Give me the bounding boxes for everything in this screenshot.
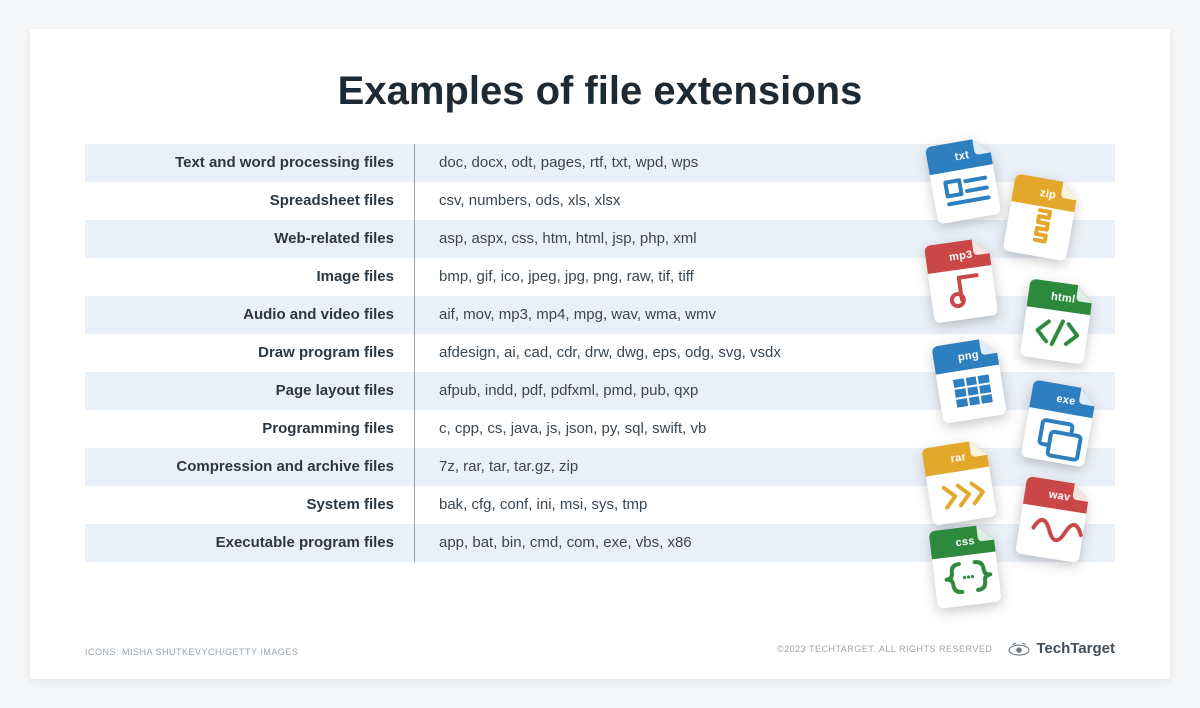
techtarget-eye-icon — [1008, 642, 1030, 656]
extensions-list: bak, cfg, conf, ini, msi, sys, tmp — [415, 486, 1115, 524]
table-row: Compression and archive files7z, rar, ta… — [85, 448, 1115, 486]
category-label: System files — [85, 486, 415, 524]
extensions-list: afpub, indd, pdf, pdfxml, pmd, pub, qxp — [415, 372, 1115, 410]
category-label: Text and word processing files — [85, 144, 415, 182]
table-row: Audio and video filesaif, mov, mp3, mp4,… — [85, 296, 1115, 334]
extensions-list: asp, aspx, css, htm, html, jsp, php, xml — [415, 220, 1115, 258]
category-label: Programming files — [85, 410, 415, 448]
table-row: Text and word processing filesdoc, docx,… — [85, 144, 1115, 182]
category-label: Spreadsheet files — [85, 182, 415, 220]
extensions-list: doc, docx, odt, pages, rtf, txt, wpd, wp… — [415, 144, 1115, 182]
extensions-list: bmp, gif, ico, jpeg, jpg, png, raw, tif,… — [415, 258, 1115, 296]
category-label: Page layout files — [85, 372, 415, 410]
table-row: Page layout filesafpub, indd, pdf, pdfxm… — [85, 372, 1115, 410]
table-row: Programming filesc, cpp, cs, java, js, j… — [85, 410, 1115, 448]
table-row: Web-related filesasp, aspx, css, htm, ht… — [85, 220, 1115, 258]
category-label: Image files — [85, 258, 415, 296]
icon-credit: ICONS: MISHA SHUTKEVYCH/GETTY IMAGES — [85, 647, 298, 657]
table-row: Spreadsheet filescsv, numbers, ods, xls,… — [85, 182, 1115, 220]
category-label: Executable program files — [85, 524, 415, 562]
category-label: Web-related files — [85, 220, 415, 258]
extensions-list: app, bat, bin, cmd, com, exe, vbs, x86 — [415, 524, 1115, 562]
extensions-list: csv, numbers, ods, xls, xlsx — [415, 182, 1115, 220]
page-title: Examples of file extensions — [85, 69, 1115, 114]
brand-block: ©2023 TECHTARGET. ALL RIGHTS RESERVED Te… — [777, 640, 1115, 657]
category-label: Audio and video files — [85, 296, 415, 334]
extensions-list: aif, mov, mp3, mp4, mpg, wav, wma, wmv — [415, 296, 1115, 334]
category-label: Draw program files — [85, 334, 415, 372]
extensions-list: afdesign, ai, cad, cdr, drw, dwg, eps, o… — [415, 334, 1115, 372]
extensions-list: c, cpp, cs, java, js, json, py, sql, swi… — [415, 410, 1115, 448]
table-row: Executable program filesapp, bat, bin, c… — [85, 524, 1115, 562]
table-row: Draw program filesafdesign, ai, cad, cdr… — [85, 334, 1115, 372]
extensions-table: Text and word processing filesdoc, docx,… — [85, 144, 1115, 562]
table-row: System filesbak, cfg, conf, ini, msi, sy… — [85, 486, 1115, 524]
extensions-list: 7z, rar, tar, tar.gz, zip — [415, 448, 1115, 486]
category-label: Compression and archive files — [85, 448, 415, 486]
table-row: Image filesbmp, gif, ico, jpeg, jpg, png… — [85, 258, 1115, 296]
